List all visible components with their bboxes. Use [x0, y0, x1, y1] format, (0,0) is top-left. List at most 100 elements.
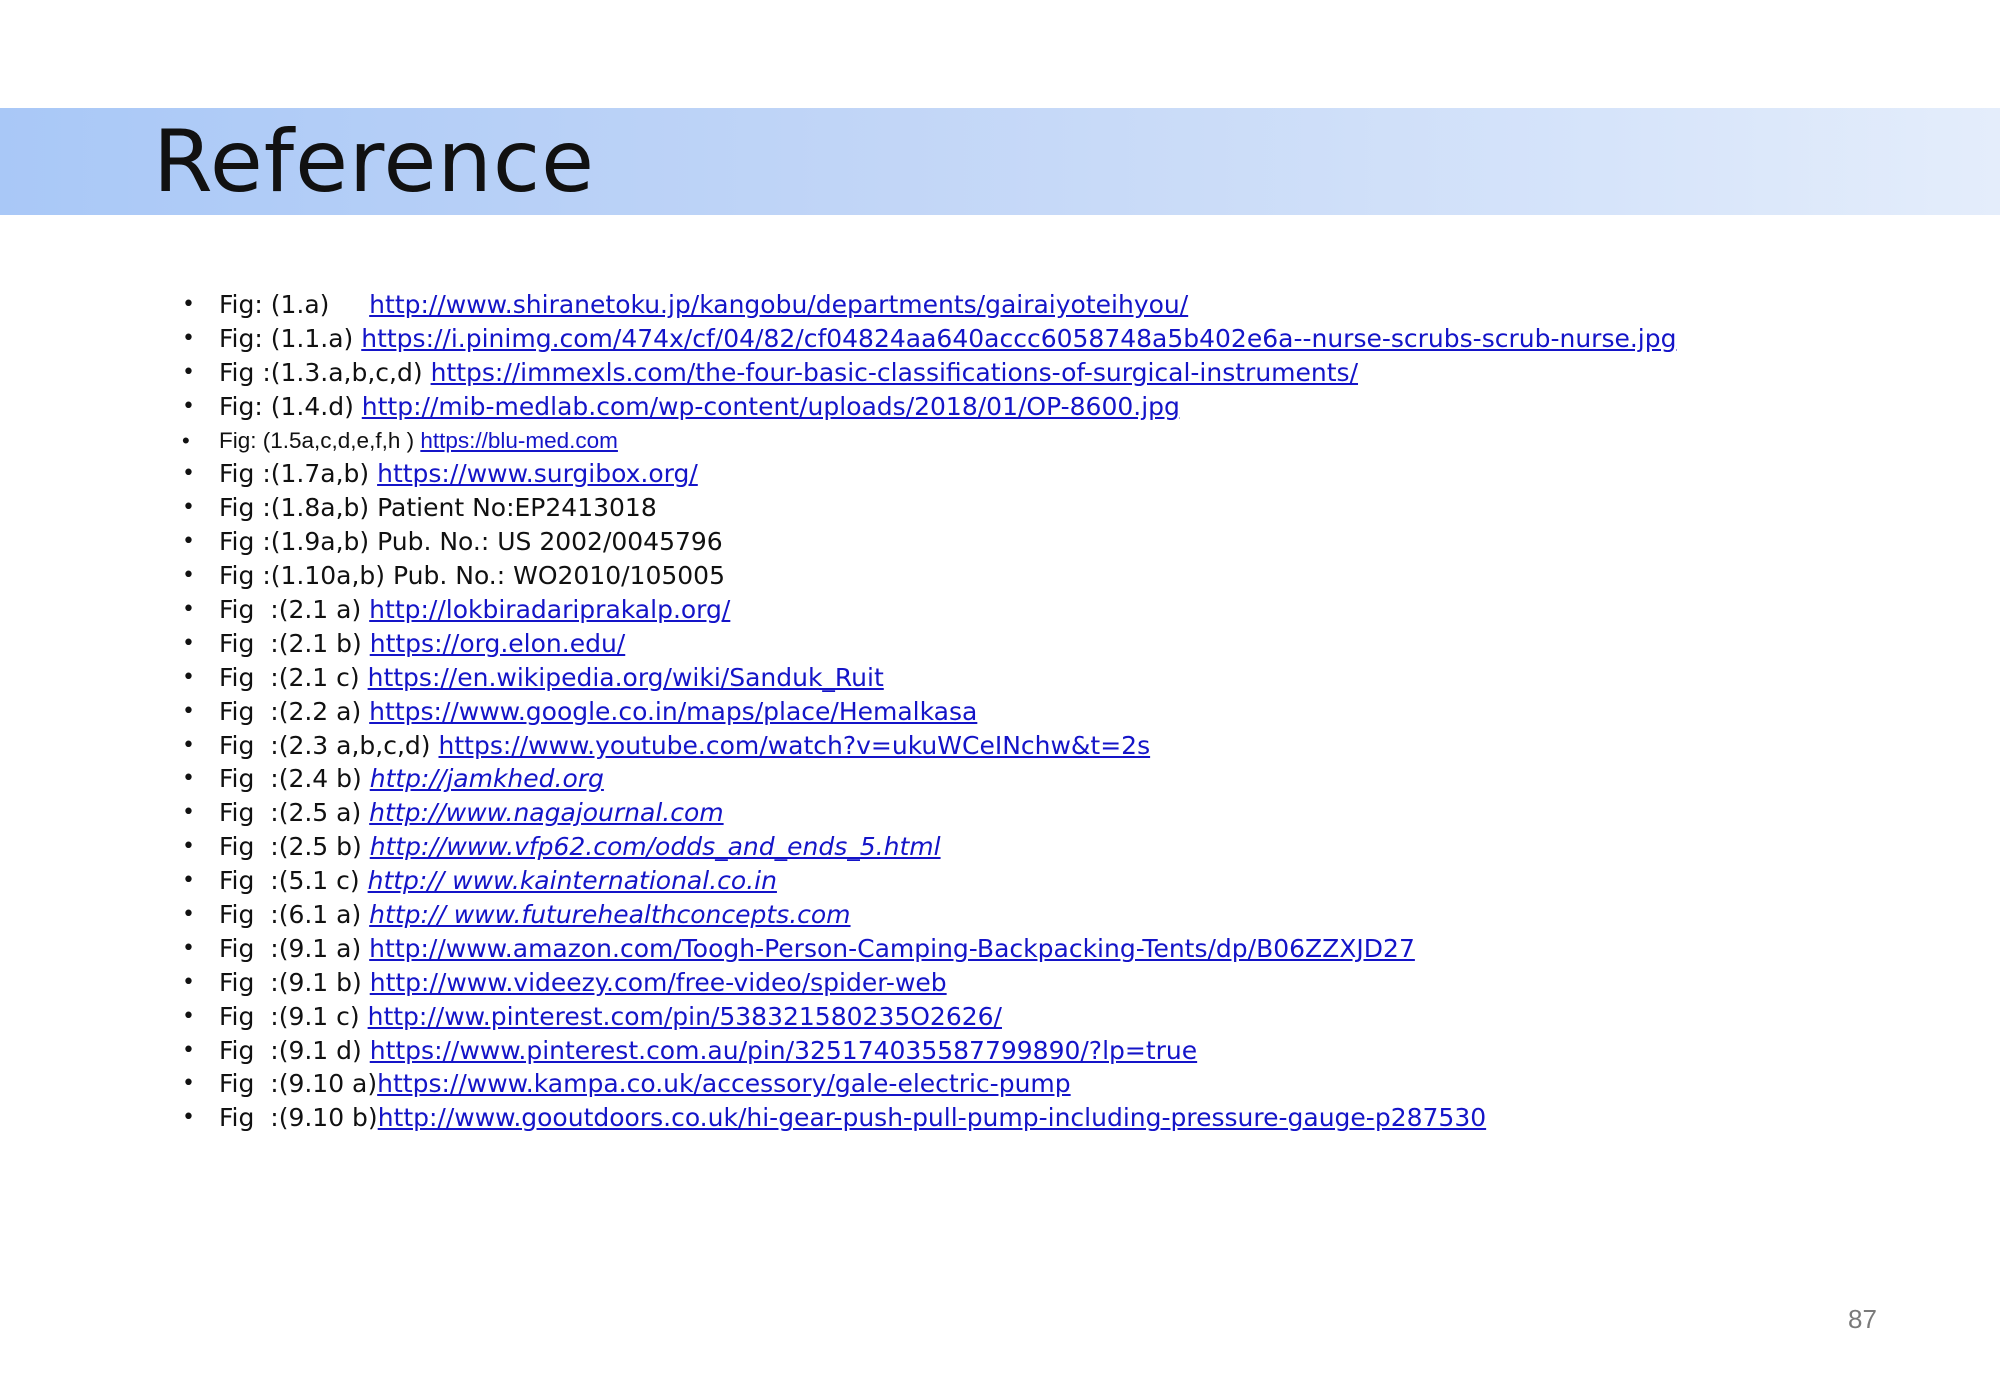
- bullet-icon: •: [182, 969, 195, 995]
- reference-label: Fig :(1.10a,b): [219, 561, 393, 591]
- reference-link[interactable]: http://www.nagajournal.com: [369, 798, 723, 827]
- reference-label: Fig :(9.1 b): [219, 967, 370, 997]
- reference-link[interactable]: https://org.elon.edu/: [370, 629, 626, 658]
- bullet-icon: •: [182, 495, 195, 521]
- reference-link[interactable]: https://i.pinimg.com/474x/cf/04/82/cf048…: [361, 324, 1676, 353]
- reference-text: Patient No:EP2413018: [377, 493, 657, 523]
- reference-text: Pub. No.: WO2010/105005: [393, 561, 725, 591]
- reference-item: • Fig :(2.2 a) https://www.google.co.in/m…: [182, 695, 1742, 729]
- reference-link[interactable]: http://jamkhed.org: [370, 764, 604, 793]
- reference-label: Fig :(1.7a,b): [219, 459, 378, 489]
- bullet-icon: •: [182, 359, 195, 385]
- reference-item: • Fig :(1.7a,b) https://www.surgibox.org/: [182, 457, 1742, 491]
- reference-label: Fig: (1.5a,c,d,e,f,h ): [219, 427, 421, 453]
- reference-link[interactable]: http://www.gooutdoors.co.uk/hi-gear-push…: [378, 1103, 1486, 1132]
- reference-label: Fig :(2.1 a): [219, 595, 370, 625]
- reference-link[interactable]: http:// www.kainternational.co.in: [368, 866, 777, 895]
- reference-item: • Fig :(9.1 b) http://www.videezy.com/fre…: [182, 966, 1742, 1000]
- reference-item: • Fig :(9.1 d) https://www.pinterest.com.…: [182, 1034, 1742, 1068]
- reference-item: • Fig :(5.1 c) http:// www.kainternationa…: [182, 864, 1742, 898]
- bullet-icon: •: [182, 1071, 195, 1097]
- reference-link[interactable]: https://en.wikipedia.org/wiki/Sanduk_Rui…: [368, 663, 884, 692]
- reference-link[interactable]: http://mib-medlab.com/wp-content/uploads…: [362, 392, 1180, 421]
- reference-link[interactable]: https://blu-med.com: [420, 428, 618, 453]
- reference-link[interactable]: https://www.surgibox.org/: [377, 459, 698, 488]
- reference-link[interactable]: http://www.vfp62.com/odds_and_ends_5.htm…: [370, 832, 941, 861]
- reference-item: • Fig :(9.1 c) http://ww.pinterest.com/pi…: [182, 1000, 1742, 1034]
- reference-text: Pub. No.: US 2002/0045796: [377, 527, 723, 557]
- bullet-icon: •: [182, 732, 195, 758]
- reference-item: • Fig: (1.a) http://www.shiranetoku.jp/ka…: [182, 288, 1742, 322]
- reference-item: • Fig :(9.1 a) http://www.amazon.com/Toog…: [182, 932, 1742, 966]
- reference-link[interactable]: http:// www.futurehealthconcepts.com: [369, 900, 850, 929]
- reference-item: • Fig :(2.1 c) https://en.wikipedia.org/w…: [182, 661, 1742, 695]
- reference-item: • Fig: (1.5a,c,d,e,f,h ) https://blu-med.…: [182, 424, 1742, 458]
- reference-item: • Fig :(6.1 a) http:// www.futurehealthco…: [182, 898, 1742, 932]
- reference-label: Fig :(2.4 b): [219, 764, 370, 794]
- reference-item: • Fig: (1.1.a) https://i.pinimg.com/474x/…: [182, 322, 1742, 356]
- reference-label: Fig: (1.4.d): [219, 391, 362, 421]
- reference-link[interactable]: https://www.pinterest.com.au/pin/3251740…: [370, 1036, 1197, 1065]
- bullet-icon: •: [182, 834, 195, 860]
- page-number: 87: [1848, 1304, 1877, 1334]
- reference-label: Fig :(9.1 c): [219, 1001, 368, 1031]
- bullet-icon: •: [182, 1003, 195, 1029]
- reference-label: Fig :(1.9a,b): [219, 527, 378, 557]
- reference-item: • Fig :(1.10a,b) Pub. No.: WO2010/105005: [182, 559, 1742, 593]
- reference-label: Fig :(2.5 a): [219, 798, 370, 828]
- reference-link[interactable]: https://www.kampa.co.uk/accessory/gale-e…: [377, 1069, 1071, 1098]
- bullet-icon: •: [182, 427, 190, 453]
- reference-list: • Fig: (1.a) http://www.shiranetoku.jp/ka…: [182, 288, 1742, 1135]
- bullet-icon: •: [182, 902, 195, 928]
- reference-label: Fig :(1.8a,b): [219, 493, 378, 523]
- reference-link[interactable]: https://www.google.co.in/maps/place/Hema…: [369, 697, 977, 726]
- reference-item: • Fig :(1.3.a,b,c,d) https://immexls.com/…: [182, 356, 1742, 390]
- reference-link[interactable]: https://immexls.com/the-four-basic-class…: [431, 358, 1358, 387]
- slide-title: Reference: [153, 112, 596, 212]
- reference-item: • Fig :(2.5 a) http://www.nagajournal.com: [182, 796, 1742, 830]
- reference-label: Fig: (1.1.a): [219, 323, 362, 353]
- reference-label: Fig :(9.10 a): [219, 1069, 378, 1099]
- reference-link[interactable]: http://lokbiradariprakalp.org/: [369, 595, 730, 624]
- bullet-icon: •: [182, 935, 195, 961]
- bullet-icon: •: [182, 698, 195, 724]
- bullet-icon: •: [182, 664, 195, 690]
- bullet-icon: •: [182, 1037, 195, 1063]
- bullet-icon: •: [182, 597, 195, 623]
- reference-item: • Fig :(2.5 b) http://www.vfp62.com/odds_…: [182, 830, 1742, 864]
- bullet-icon: •: [182, 393, 195, 419]
- bullet-icon: •: [182, 292, 195, 317]
- bullet-icon: •: [182, 529, 195, 555]
- reference-item: • Fig :(2.3 a,b,c,d) https://www.youtube.…: [182, 729, 1742, 763]
- reference-item: • Fig :(2.4 b) http://jamkhed.org: [182, 762, 1742, 796]
- reference-link[interactable]: http://www.amazon.com/Toogh-Person-Campi…: [369, 934, 1415, 963]
- bullet-icon: •: [182, 1105, 195, 1131]
- reference-item: • Fig :(9.10 b)http://www.gooutdoors.co.u…: [182, 1101, 1742, 1135]
- reference-link[interactable]: http://www.shiranetoku.jp/kangobu/depart…: [369, 290, 1188, 319]
- bullet-icon: •: [182, 766, 195, 792]
- reference-label: Fig :(5.1 c): [219, 866, 368, 896]
- reference-label: Fig :(1.3.a,b,c,d): [219, 357, 431, 387]
- reference-label: Fig :(9.1 d): [219, 1035, 370, 1065]
- reference-label: Fig :(2.1 b): [219, 628, 370, 658]
- reference-item: • Fig :(2.1 a) http://lokbiradariprakalp.…: [182, 593, 1742, 627]
- bullet-icon: •: [182, 563, 195, 589]
- reference-label: Fig :(9.1 a): [219, 933, 370, 963]
- reference-item: • Fig :(2.1 b) https://org.elon.edu/: [182, 627, 1742, 661]
- reference-label: Fig :(2.1 c): [219, 662, 368, 692]
- reference-item: • Fig :(1.8a,b) Patient No:EP2413018: [182, 491, 1742, 525]
- reference-link[interactable]: http://www.videezy.com/free-video/spider…: [370, 968, 947, 997]
- bullet-icon: •: [182, 325, 195, 351]
- reference-item: • Fig: (1.4.d) http://mib-medlab.com/wp-c…: [182, 390, 1742, 424]
- reference-label: Fig :(9.10 b): [219, 1103, 378, 1133]
- reference-link[interactable]: https://www.youtube.com/watch?v=ukuWCeIN…: [439, 731, 1151, 760]
- bullet-icon: •: [182, 461, 195, 487]
- reference-label: Fig :(2.3 a,b,c,d): [219, 730, 439, 760]
- reference-label: Fig :(2.5 b): [219, 832, 370, 862]
- reference-item: • Fig :(9.10 a)https://www.kampa.co.uk/ac…: [182, 1067, 1742, 1101]
- reference-label: Fig: (1.a): [219, 290, 370, 319]
- reference-link[interactable]: http://ww.pinterest.com/pin/538321580235…: [368, 1002, 1002, 1031]
- bullet-icon: •: [182, 630, 195, 656]
- bullet-icon: •: [182, 868, 195, 894]
- reference-item: • Fig :(1.9a,b) Pub. No.: US 2002/0045796: [182, 525, 1742, 559]
